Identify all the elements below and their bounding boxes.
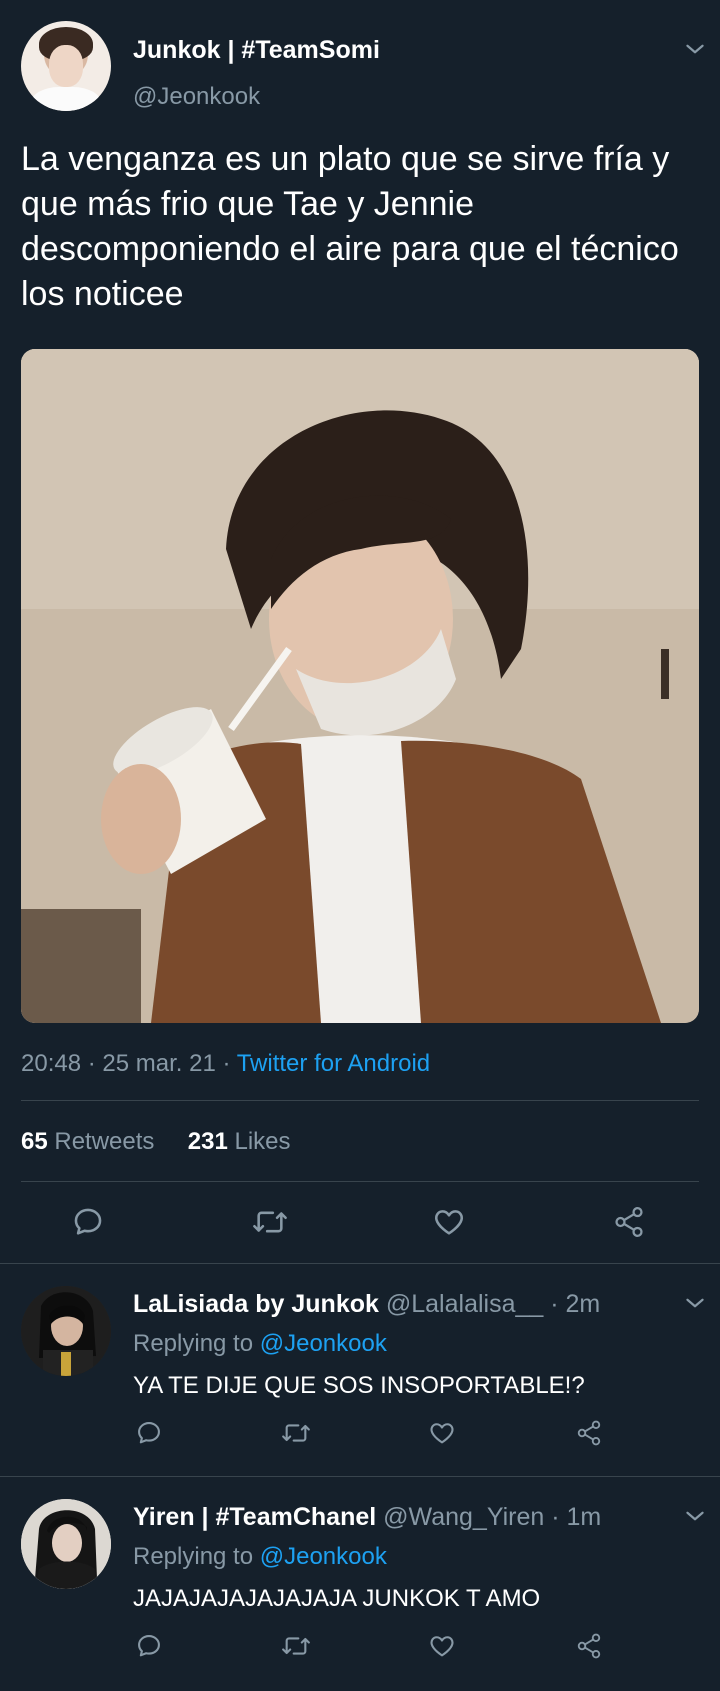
reply-action-bar	[0, 1625, 720, 1665]
tweet-text: La venganza es un plato que se sirve frí…	[21, 140, 679, 313]
reply-author-name[interactable]: Yiren | #TeamChanel	[133, 1503, 376, 1531]
share-icon[interactable]	[574, 1418, 604, 1448]
author-handle[interactable]: @Jeonkook	[133, 83, 260, 111]
chevron-down-icon[interactable]	[682, 36, 708, 62]
reply-avatar[interactable]	[21, 1499, 111, 1589]
reply-action-bar	[0, 1412, 720, 1452]
replying-to-label: Replying to	[133, 1543, 254, 1570]
author-avatar[interactable]	[21, 21, 111, 111]
reply-text: JAJAJAJAJAJAJAJA JUNKOK T AMO	[133, 1585, 541, 1612]
retweet-icon[interactable]	[279, 1418, 313, 1448]
tweet-stats: 65 Retweets 231 Likes	[21, 1128, 291, 1156]
heart-icon[interactable]	[427, 1631, 457, 1661]
reply-author-name[interactable]: LaLisiada by Junkok	[133, 1290, 379, 1318]
replying-to: Replying to @Jeonkook	[133, 1330, 387, 1358]
replying-to: Replying to @Jeonkook	[133, 1543, 387, 1571]
reply-author-handle[interactable]: @Lalalalisa__	[386, 1290, 543, 1318]
share-icon[interactable]	[574, 1631, 604, 1661]
reply-age: · 1m	[551, 1503, 602, 1531]
reply-avatar[interactable]	[21, 1286, 111, 1376]
reply-text: YA TE DIJE QUE SOS INSOPORTABLE!?	[133, 1372, 585, 1399]
tweet-source-link[interactable]: Twitter for Android	[237, 1050, 430, 1077]
share-icon[interactable]	[611, 1204, 647, 1240]
retweets-stat[interactable]: 65 Retweets	[21, 1128, 154, 1155]
replying-to-handle[interactable]: @Jeonkook	[260, 1330, 387, 1357]
reply-icon[interactable]	[134, 1418, 164, 1448]
separator-dot: ·	[222, 1050, 237, 1077]
author-name[interactable]: Junkok | #TeamSomi	[133, 36, 380, 65]
tweet-time: 20:48	[21, 1050, 82, 1077]
tweet-media-image[interactable]	[21, 349, 699, 1023]
tweet-date: 25 mar. 21	[102, 1050, 216, 1077]
likes-count: 231	[187, 1128, 228, 1155]
reply-tweet[interactable]: LaLisiada by Junkok @Lalalalisa__ · 2m R…	[0, 1264, 720, 1476]
tweet-action-bar	[0, 1196, 720, 1248]
reply-header: LaLisiada by Junkok @Lalalalisa__ · 2m	[133, 1290, 600, 1319]
divider	[21, 1100, 699, 1101]
chevron-down-icon[interactable]	[682, 1290, 708, 1316]
chevron-down-icon[interactable]	[682, 1503, 708, 1529]
likes-label: Likes	[234, 1128, 291, 1155]
avatar-face	[49, 45, 83, 87]
reply-tweet[interactable]: Yiren | #TeamChanel @Wang_Yiren · 1m Rep…	[0, 1477, 720, 1691]
reply-icon[interactable]	[70, 1204, 106, 1240]
replying-to-label: Replying to	[133, 1330, 254, 1357]
replying-to-handle[interactable]: @Jeonkook	[260, 1543, 387, 1570]
retweet-icon[interactable]	[250, 1204, 290, 1240]
retweets-count: 65	[21, 1128, 48, 1155]
heart-icon[interactable]	[427, 1418, 457, 1448]
likes-stat[interactable]: 231 Likes	[188, 1128, 291, 1155]
avatar-shirt	[31, 87, 101, 111]
reply-header: Yiren | #TeamChanel @Wang_Yiren · 1m	[133, 1503, 601, 1532]
reply-author-handle[interactable]: @Wang_Yiren	[383, 1503, 544, 1531]
reply-age: · 2m	[550, 1290, 601, 1318]
heart-icon[interactable]	[431, 1204, 467, 1240]
retweets-label: Retweets	[54, 1128, 155, 1155]
separator-dot: ·	[87, 1050, 103, 1077]
retweet-icon[interactable]	[279, 1631, 313, 1661]
divider	[21, 1181, 699, 1182]
reply-icon[interactable]	[134, 1631, 164, 1661]
tweet-timestamp: 20:48 · 25 mar. 21 · Twitter for Android	[21, 1050, 430, 1078]
